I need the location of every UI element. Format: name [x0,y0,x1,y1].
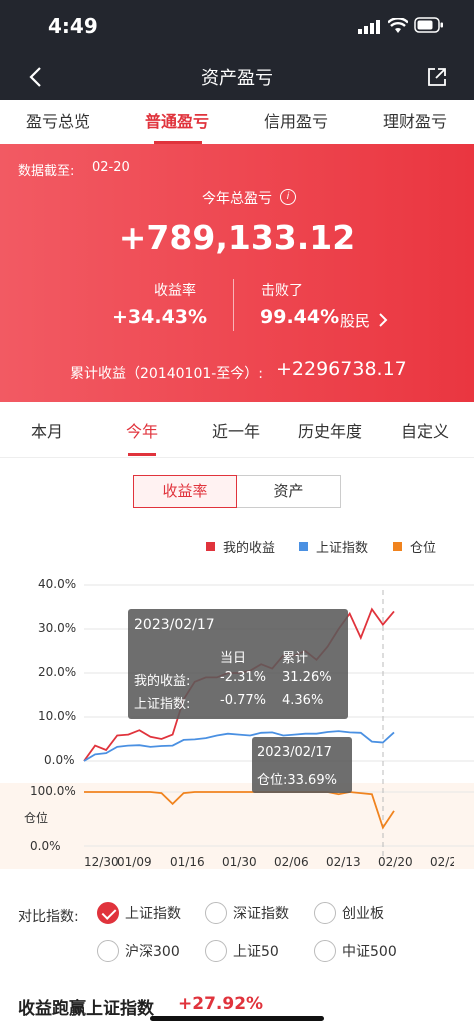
radio-shanghai[interactable]: 上证指数 [97,902,181,924]
legend-position-label: 仓位 [410,541,437,556]
legend-mine-label: 我的收益 [223,541,276,556]
range-custom[interactable]: 自定义 [401,418,449,442]
nav-bar: 资产盈亏 [0,52,474,100]
beat-suffix[interactable]: 股民 [340,310,370,331]
radio-hs300-circle [97,940,119,962]
radio-chinext[interactable]: 创业板 [314,902,384,924]
pos-tick-100: 100.0% [30,784,76,798]
info-icon[interactable]: i [280,189,296,205]
radio-sz50-circle [205,940,227,962]
date-label: 数据截至: [18,164,75,179]
y-tick-0: 0.0% [44,753,75,767]
x-tick-3: 01/16 [170,855,205,869]
tooltip-row2-total: 4.36% [282,693,324,708]
segment-assets[interactable]: 资产 [237,475,341,508]
y-tick-30: 30.0% [38,621,77,635]
yield-label: 收益率 [154,283,196,299]
beat-value: 99.44% [260,306,340,328]
legend-index-label: 上证指数 [316,541,369,556]
y-tick-10: 10.0% [38,709,77,723]
total-label: 今年总盈亏 [202,191,272,207]
radio-chinext-label: 创业板 [342,906,384,922]
radio-shenzhen[interactable]: 深证指数 [205,902,289,924]
radio-sz50-label: 上证50 [233,944,279,960]
tab-credit[interactable]: 信用盈亏 [264,108,328,132]
range-this-year[interactable]: 今年 [126,418,158,442]
legend-position-swatch [393,542,402,551]
position-tooltip-value: 仓位:33.69% [257,773,337,788]
beat-index-value: +27.92% [178,994,264,1014]
radio-chinext-circle [314,902,336,924]
radio-shanghai-checked-icon [97,902,119,924]
total-value: +789,133.12 [118,218,356,257]
x-tick-2: 01/09 [117,855,152,869]
y-tick-20: 20.0% [38,665,77,679]
battery-icon [414,17,443,33]
radio-shenzhen-circle [205,902,227,924]
legend-mine-swatch [206,542,215,551]
status-time: 4:49 [48,14,98,38]
status-bar: 4:49 [0,0,474,52]
pos-axis-label: 仓位 [24,811,49,825]
compare-label: 对比指数: [18,909,79,925]
tab-overview[interactable]: 盈亏总览 [26,108,90,132]
cumulative-value: +2296738.17 [276,358,407,380]
x-tick-7: 02/20 [378,855,413,869]
tooltip-row1-today: -2.31% [220,670,266,685]
legend-mine: 我的收益 [206,537,275,556]
legend-index-swatch [299,542,308,551]
tooltip-row2-today: -0.77% [220,693,266,708]
signal-icon [358,20,380,34]
beat-label: 击败了 [261,283,303,299]
summary-card: 数据截至: 02-20 今年总盈亏 i +789,133.12 收益率 +34.… [0,144,474,402]
position-tooltip-date: 2023/02/17 [257,745,332,760]
chevron-right-icon[interactable] [378,312,388,328]
tooltip-row1-label: 我的收益: [134,674,191,689]
x-tick-4: 01/30 [222,855,257,869]
radio-shanghai-label: 上证指数 [125,906,181,922]
legend-position: 仓位 [393,537,436,556]
tooltip-col-today: 当日 [220,651,247,666]
radio-hs300[interactable]: 沪深300 [97,940,180,962]
radio-sz50[interactable]: 上证50 [205,940,279,962]
beat-index-label: 收益跑赢上证指数 [18,999,154,1019]
x-tick-6: 02/13 [326,855,361,869]
legend-index: 上证指数 [299,537,368,556]
range-month[interactable]: 本月 [31,418,63,442]
divider [233,279,234,331]
radio-shenzhen-label: 深证指数 [233,906,289,922]
tab-wealth[interactable]: 理财盈亏 [383,108,447,132]
tooltip-row1-total: 31.26% [282,670,332,685]
range-one-year[interactable]: 近一年 [212,418,260,442]
x-tick-5: 02/06 [274,855,309,869]
radio-csi500-label: 中证500 [342,944,397,960]
range-tabs: 本月 今年 近一年 历史年度 自定义 [0,402,474,458]
tooltip-row2-label: 上证指数: [134,697,191,712]
yield-value: +34.43% [112,306,208,328]
page-title: 资产盈亏 [201,68,273,89]
range-history[interactable]: 历史年度 [298,418,362,442]
tooltip-col-total: 累计 [282,651,309,666]
position-tooltip: 2023/02/17 仓位:33.69% [252,737,352,793]
top-tabs: 盈亏总览 普通盈亏 信用盈亏 理财盈亏 [0,100,474,144]
x-tick-1: 12/30 [84,855,119,869]
range-underline [128,453,156,456]
chart-tooltip: 2023/02/17 当日 累计 我的收益: -2.31% 31.26% 上证指… [128,609,348,719]
radio-csi500[interactable]: 中证500 [314,940,397,962]
tab-normal[interactable]: 普通盈亏 [145,108,209,132]
wifi-icon [388,18,408,33]
cumulative-label: 累计收益（20140101-至今）: [70,366,264,382]
x-tick-8: 02/2 [430,855,454,869]
radio-csi500-circle [314,940,336,962]
tooltip-date: 2023/02/17 [134,617,215,633]
series-line-position [84,791,395,830]
pos-tick-0: 0.0% [30,839,61,853]
y-tick-40: 40.0% [38,577,77,591]
date-value: 02-20 [92,160,130,175]
home-indicator [150,1016,324,1021]
radio-hs300-label: 沪深300 [125,944,180,960]
segment-yield[interactable]: 收益率 [133,475,237,508]
share-icon[interactable] [426,66,448,88]
